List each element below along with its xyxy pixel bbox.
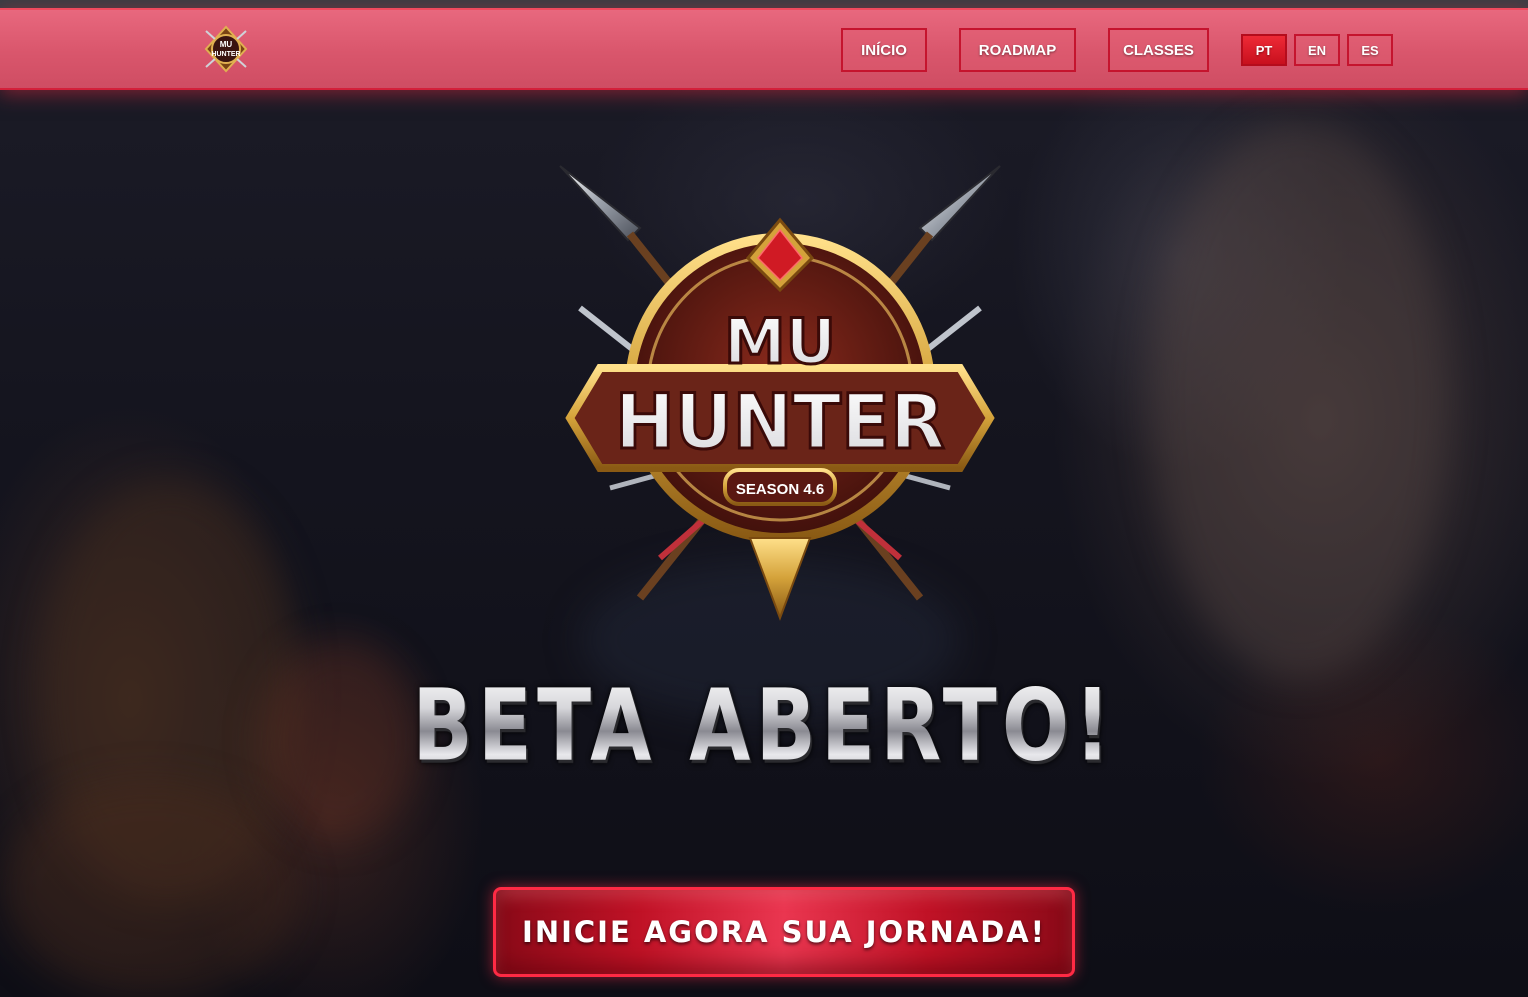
svg-text:HUNTER: HUNTER	[615, 377, 945, 466]
nav-link-inicio[interactable]: INÍCIO	[841, 28, 927, 72]
mu-hunter-emblem: MU HUNTER SEASON 4.6	[559, 165, 1001, 621]
site-logo[interactable]: MU HUNTER	[202, 25, 250, 73]
language-en-button[interactable]: EN	[1294, 34, 1340, 66]
svg-text:MU: MU	[724, 305, 836, 378]
start-journey-button[interactable]: INICIE AGORA SUA JORNADA!	[493, 887, 1075, 977]
nav-link-roadmap[interactable]: ROADMAP	[959, 28, 1076, 72]
landing-page: MU HUNTER INÍCIO ROADMAP CLASSES PT EN E…	[0, 0, 1528, 997]
headline-beta-aberto: BETA ABERTO!	[107, 668, 1421, 784]
top-navbar: MU HUNTER INÍCIO ROADMAP CLASSES PT EN E…	[0, 8, 1528, 90]
language-pt-button[interactable]: PT	[1241, 34, 1287, 66]
svg-text:SEASON 4.6: SEASON 4.6	[736, 481, 824, 498]
window-top-strip	[0, 0, 1528, 8]
svg-text:HUNTER: HUNTER	[211, 51, 240, 58]
language-es-button[interactable]: ES	[1347, 34, 1393, 66]
svg-text:MU: MU	[220, 40, 233, 49]
nav-link-classes[interactable]: CLASSES	[1108, 28, 1209, 72]
